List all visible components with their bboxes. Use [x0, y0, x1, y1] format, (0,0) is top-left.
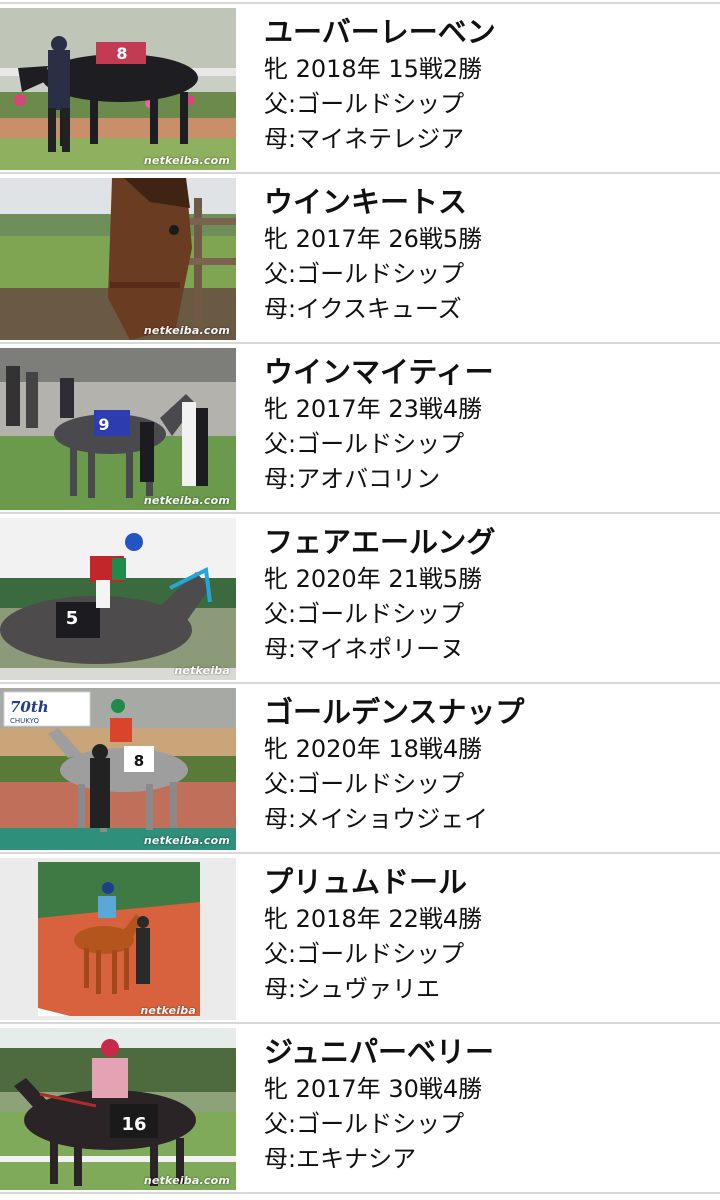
- watermark: netkeiba.com: [143, 834, 230, 847]
- watermark: netkeiba.com: [143, 1174, 230, 1187]
- horse-record: 牝 2017年 26戦5勝: [264, 225, 483, 253]
- list-item[interactable]: 70th CHUKYO 8 netkeiba.com ゴールデンスナップ 牝 2…: [0, 682, 720, 852]
- horse-name[interactable]: ウインマイティー: [264, 354, 704, 392]
- list-item[interactable]: 16 netkeiba.com ジュニパーベリー 牝 2017年 30戦4勝 父…: [0, 1022, 720, 1192]
- saddle-cloth-number: 5: [66, 608, 79, 629]
- horse-photo[interactable]: 70th CHUKYO 8 netkeiba.com: [0, 688, 236, 850]
- list-item[interactable]: netkeiba.com ウインキートス 牝 2017年 26戦5勝 父:ゴール…: [0, 172, 720, 342]
- watermark: netkeiba.com: [143, 154, 230, 167]
- horse-name[interactable]: ユーバーレーベン: [264, 14, 704, 52]
- horse-photo[interactable]: 9 netkeiba.com: [0, 348, 236, 510]
- list-item[interactable]: netkeiba プリュムドール 牝 2018年 22戦4勝 父:ゴールドシップ…: [0, 852, 720, 1022]
- horse-info: ウインマイティー 牝 2017年 23戦4勝 父:ゴールドシップ 母:アオバコリ…: [264, 354, 704, 497]
- horse-photo[interactable]: 8 netkeiba.com: [0, 8, 236, 170]
- horse-name[interactable]: ゴールデンスナップ: [264, 694, 704, 732]
- list-end-divider: [0, 1192, 720, 1200]
- saddle-cloth-number: 8: [116, 44, 127, 63]
- horse-photo[interactable]: netkeiba.com: [0, 178, 236, 340]
- horse-sire: 父:ゴールドシップ: [264, 90, 465, 118]
- list-item[interactable]: 9 netkeiba.com ウインマイティー 牝 2017年 23戦4勝 父:…: [0, 342, 720, 512]
- banner-subtext: CHUKYO: [10, 717, 40, 725]
- horse-dam: 母:メイショウジェイ: [264, 805, 489, 833]
- watermark: netkeiba: [140, 1004, 196, 1017]
- horse-dam: 母:アオバコリン: [264, 465, 441, 493]
- horse-dam: 母:エキナシア: [264, 1145, 417, 1173]
- horse-sire: 父:ゴールドシップ: [264, 260, 465, 288]
- horse-record: 牝 2020年 21戦5勝: [264, 565, 483, 593]
- horse-sire: 父:ゴールドシップ: [264, 1110, 465, 1138]
- horse-record: 牝 2017年 23戦4勝: [264, 395, 483, 423]
- horse-record: 牝 2018年 15戦2勝: [264, 55, 483, 83]
- horse-record: 牝 2020年 18戦4勝: [264, 735, 483, 763]
- horse-sire: 父:ゴールドシップ: [264, 600, 465, 628]
- horse-info: ユーバーレーベン 牝 2018年 15戦2勝 父:ゴールドシップ 母:マイネテレ…: [264, 14, 704, 157]
- watermark: netkeiba.com: [143, 494, 230, 507]
- list-item[interactable]: 8 netkeiba.com ユーバーレーベン 牝 2018年 15戦2勝 父:…: [0, 2, 720, 172]
- horse-info: ゴールデンスナップ 牝 2020年 18戦4勝 父:ゴールドシップ 母:メイショ…: [264, 694, 704, 837]
- saddle-cloth-number: 9: [98, 415, 109, 434]
- horse-info: フェアエールング 牝 2020年 21戦5勝 父:ゴールドシップ 母:マイネポリ…: [264, 524, 704, 667]
- horse-info: ウインキートス 牝 2017年 26戦5勝 父:ゴールドシップ 母:イクスキュー…: [264, 184, 704, 327]
- horse-sire: 父:ゴールドシップ: [264, 940, 465, 968]
- horse-name[interactable]: プリュムドール: [264, 864, 704, 902]
- horse-photo[interactable]: 5 netkeiba: [0, 518, 236, 680]
- saddle-cloth-number: 16: [121, 1114, 146, 1135]
- horse-dam: 母:シュヴァリエ: [264, 975, 441, 1003]
- horse-sire: 父:ゴールドシップ: [264, 430, 465, 458]
- horse-name[interactable]: フェアエールング: [264, 524, 704, 562]
- watermark: netkeiba: [174, 664, 230, 677]
- horse-info: ジュニパーベリー 牝 2017年 30戦4勝 父:ゴールドシップ 母:エキナシア: [264, 1034, 704, 1177]
- horse-name[interactable]: ジュニパーベリー: [264, 1034, 704, 1072]
- horse-sire: 父:ゴールドシップ: [264, 770, 465, 798]
- horse-info: プリュムドール 牝 2018年 22戦4勝 父:ゴールドシップ 母:シュヴァリエ: [264, 864, 704, 1007]
- banner-text: 70th: [10, 698, 49, 716]
- horse-dam: 母:マイネテレジア: [264, 125, 465, 153]
- horse-record: 牝 2017年 30戦4勝: [264, 1075, 483, 1103]
- horse-dam: 母:イクスキューズ: [264, 295, 462, 323]
- watermark: netkeiba.com: [143, 324, 230, 337]
- horse-name[interactable]: ウインキートス: [264, 184, 704, 222]
- saddle-cloth-number: 8: [134, 752, 144, 770]
- horse-photo[interactable]: 16 netkeiba.com: [0, 1028, 236, 1190]
- list-item[interactable]: 5 netkeiba フェアエールング 牝 2020年 21戦5勝 父:ゴールド…: [0, 512, 720, 682]
- horse-record: 牝 2018年 22戦4勝: [264, 905, 483, 933]
- horse-dam: 母:マイネポリーヌ: [264, 635, 465, 663]
- horse-photo[interactable]: netkeiba: [0, 858, 236, 1020]
